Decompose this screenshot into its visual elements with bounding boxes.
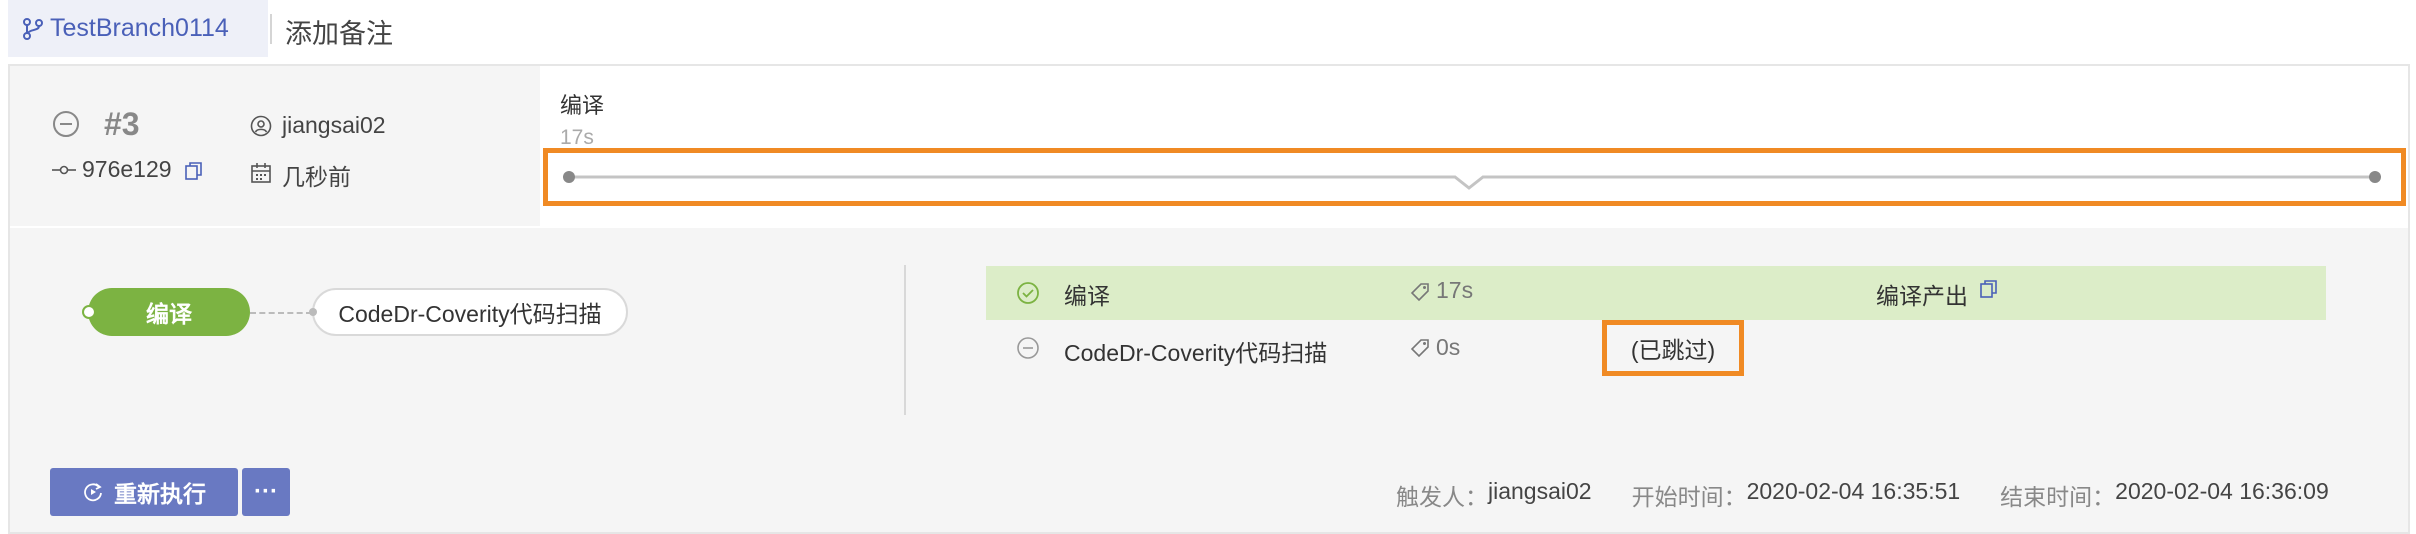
add-note-link[interactable]: 添加备注 (285, 12, 393, 51)
job-name[interactable]: CodeDr-Coverity代码扫描 (1064, 334, 1327, 368)
user-icon (250, 115, 272, 137)
more-button[interactable]: ··· (242, 468, 290, 516)
collapse-icon[interactable] (52, 110, 80, 138)
external-link-icon[interactable] (1978, 278, 2000, 300)
timeline-stage-duration: 17s (560, 126, 594, 149)
rerun-button[interactable]: 重新执行 (50, 468, 238, 516)
job-row-success[interactable] (986, 266, 2326, 320)
branch-tab[interactable]: TestBranch0114 (8, 0, 268, 57)
timeline-start-dot (563, 171, 575, 183)
job-duration: 0s (1436, 334, 1461, 360)
start-time-value: 2020-02-04 16:35:51 (1746, 478, 1961, 504)
replay-icon (84, 483, 102, 502)
skipped-status-label: (已跳过) (1602, 320, 1744, 376)
job-artifact-link[interactable]: 编译产出 (1876, 277, 1968, 311)
commit-icon (52, 165, 76, 175)
end-time-label: 结束时间： (2000, 484, 2116, 510)
job-duration: 17s (1436, 277, 1474, 303)
build-number[interactable]: #3 (104, 106, 140, 143)
build-meta: 触发人： jiangsai02 开始时间： 2020-02-04 16:35:5… (1396, 478, 2329, 512)
skipped-circle-icon (1017, 337, 1039, 359)
build-user: jiangsai02 (282, 112, 386, 138)
timeline-track[interactable] (555, 160, 2395, 194)
timeline-stage-title: 编译 (560, 93, 605, 118)
calendar-icon (251, 163, 271, 183)
branch-name[interactable]: TestBranch0114 (50, 14, 229, 43)
tag-icon (1410, 339, 1429, 358)
end-time-value: 2020-02-04 16:36:09 (2115, 478, 2329, 504)
trigger-value: jiangsai02 (1488, 478, 1592, 504)
stage-node-coverity[interactable]: CodeDr-Coverity代码扫描 (309, 288, 628, 336)
build-time: 几秒前 (282, 164, 351, 190)
start-time-label: 开始时间： (1631, 484, 1747, 510)
branch-icon (23, 17, 43, 40)
timeline-end-dot (2369, 171, 2381, 183)
build-summary-panel (10, 66, 540, 226)
stage-connector (250, 312, 312, 314)
header-divider (270, 14, 272, 44)
commit-id: 976e129 (82, 156, 172, 182)
job-name[interactable]: 编译 (1064, 277, 1110, 311)
trigger-label: 触发人： (1396, 484, 1488, 510)
stage-node-compile[interactable]: 编译 (82, 288, 250, 336)
copy-icon[interactable] (183, 160, 205, 182)
tag-icon (1410, 283, 1429, 302)
pipeline-divider (904, 265, 906, 415)
rerun-label: 重新执行 (114, 481, 206, 507)
check-circle-icon (1017, 282, 1039, 304)
